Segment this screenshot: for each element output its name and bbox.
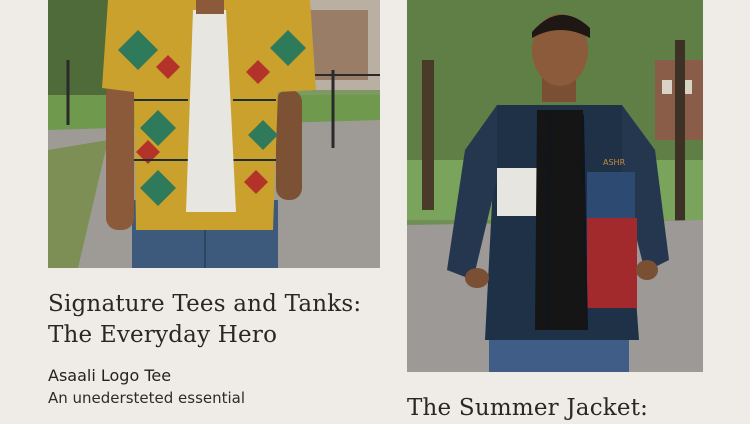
jacket-headline[interactable]: The Summer Jacket: [407, 393, 703, 424]
tees-headline-line1: Signature Tees and Tanks: [48, 291, 362, 317]
tees-photo[interactable] [48, 0, 380, 268]
jacket-photo[interactable]: ASHR [407, 0, 703, 372]
article-card-jacket[interactable]: ASHR The Summer Jacket: [407, 0, 703, 421]
jacket-photo-illustration: ASHR [407, 0, 703, 372]
product-description: An unedersteted essential [48, 389, 246, 407]
jacket-logo: ASHR [603, 158, 626, 167]
tees-headline-line2: The Everyday Hero [48, 322, 278, 348]
article-card-tees[interactable]: Signature Tees and Tanks: The Everyday H… [48, 0, 380, 415]
tees-headline[interactable]: Signature Tees and Tanks: The Everyday H… [48, 289, 380, 351]
tees-photo-illustration [48, 0, 380, 268]
product-name[interactable]: Asaali Logo Tee [48, 366, 171, 385]
